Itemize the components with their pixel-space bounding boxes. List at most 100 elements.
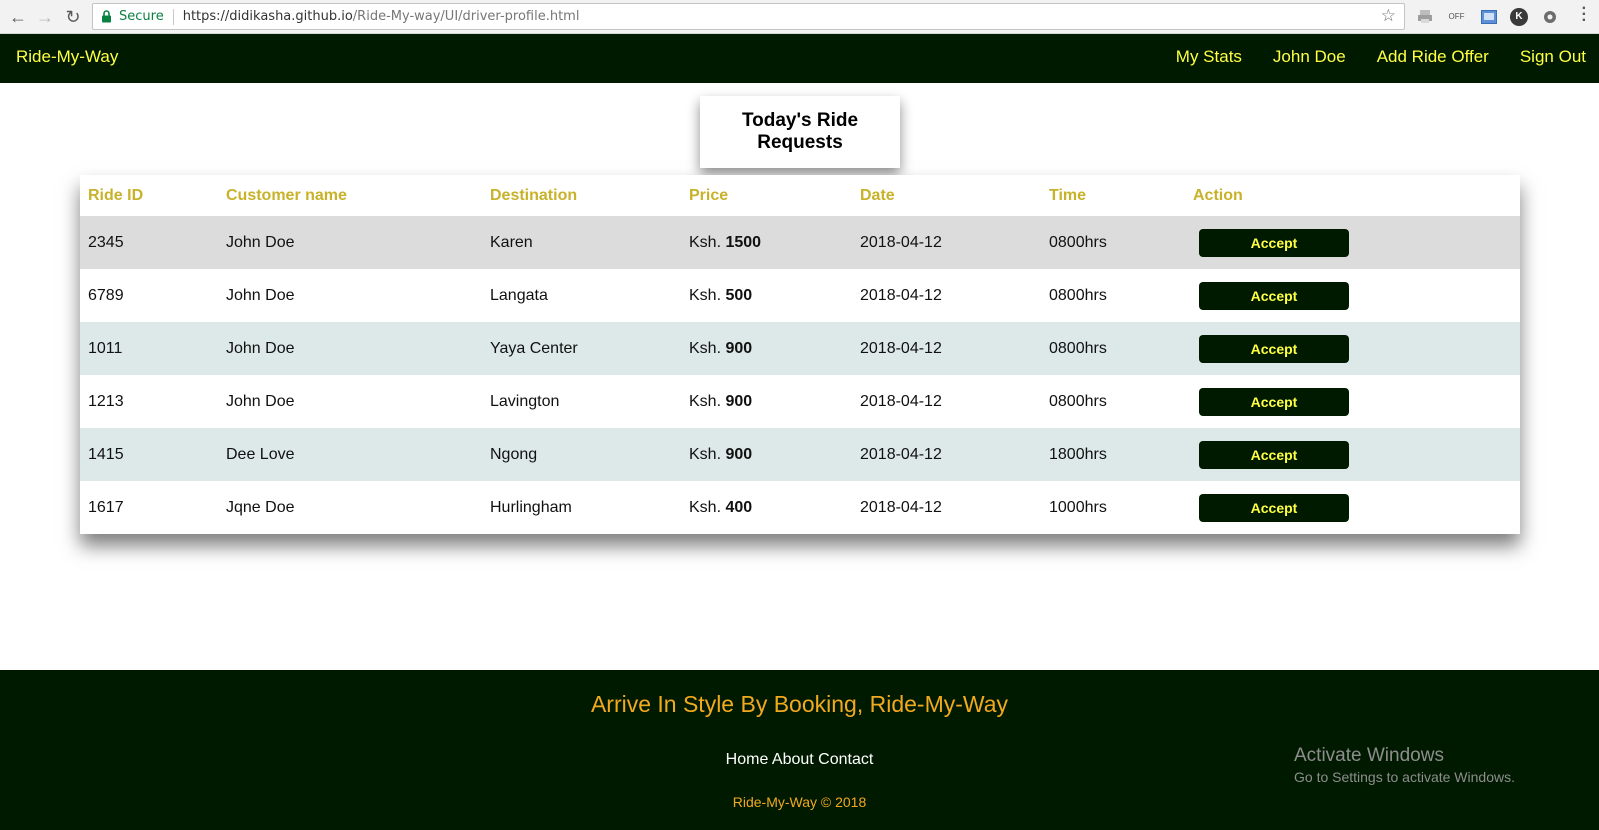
back-arrow-icon[interactable]: ← — [6, 5, 30, 29]
destination-cell: Yaya Center — [482, 322, 681, 375]
destination-cell: Lavington — [482, 375, 681, 428]
destination-cell: Ngong — [482, 428, 681, 481]
customer-cell: John Doe — [218, 269, 482, 322]
ride-requests-table: Ride ID Customer name Destination Price … — [80, 175, 1520, 534]
forward-arrow-icon[interactable]: → — [33, 5, 57, 29]
action-cell: Accept — [1185, 322, 1520, 375]
table-row: 1415 Dee Love Ngong Ksh. 900 2018-04-12 … — [80, 428, 1520, 481]
header-price: Price — [689, 186, 729, 204]
header-ride-id: Ride ID — [88, 186, 144, 204]
price-currency: Ksh. — [689, 286, 722, 304]
customer-cell: Jqne Doe — [218, 481, 482, 534]
accept-button[interactable]: Accept — [1199, 334, 1349, 363]
k-icon[interactable]: K — [1510, 7, 1528, 26]
table-row: 2345 John Doe Karen Ksh. 1500 2018-04-12… — [80, 216, 1520, 269]
price-currency: Ksh. — [689, 498, 722, 516]
customer-cell: Dee Love — [218, 428, 482, 481]
browser-menu-icon[interactable]: · · · — [1582, 1, 1587, 29]
time-cell: 0800hrs — [1041, 216, 1185, 269]
price-cell: Ksh. 900 — [681, 375, 852, 428]
accept-button[interactable]: Accept — [1199, 493, 1349, 522]
price-amount: 400 — [725, 498, 753, 516]
activate-windows-watermark: Activate Windows Go to Settings to activ… — [1294, 745, 1515, 785]
table-row: 6789 John Doe Langata Ksh. 500 2018-04-1… — [80, 269, 1520, 322]
omnibox-divider — [172, 8, 174, 25]
screenshot-icon[interactable] — [1478, 7, 1499, 26]
price-cell: Ksh. 900 — [681, 428, 852, 481]
customer-cell: John Doe — [218, 216, 482, 269]
date-cell: 2018-04-12 — [852, 216, 1041, 269]
time-cell: 0800hrs — [1041, 269, 1185, 322]
nav-links: My Stats John Doe Add Ride Offer Sign Ou… — [1176, 47, 1586, 67]
price-amount: 1500 — [725, 233, 762, 251]
action-cell: Accept — [1185, 375, 1520, 428]
time-cell: 0800hrs — [1041, 375, 1185, 428]
date-cell: 2018-04-12 — [852, 269, 1041, 322]
date-cell: 2018-04-12 — [852, 428, 1041, 481]
nav-my-stats[interactable]: My Stats — [1176, 47, 1242, 67]
secure-label: Secure — [119, 9, 164, 24]
price-currency: Ksh. — [689, 392, 722, 410]
customer-cell: John Doe — [218, 375, 482, 428]
nav-sign-out[interactable]: Sign Out — [1520, 47, 1586, 67]
price-amount: 900 — [725, 339, 753, 357]
ride-id-cell: 2345 — [80, 216, 218, 269]
time-cell: 0800hrs — [1041, 322, 1185, 375]
action-cell: Accept — [1185, 481, 1520, 534]
page-title: Today's Ride Requests — [700, 96, 900, 168]
header-date: Date — [860, 186, 895, 204]
price-currency: Ksh. — [689, 445, 722, 463]
action-cell: Accept — [1185, 428, 1520, 481]
destination-cell: Karen — [482, 216, 681, 269]
destination-cell: Hurlingham — [482, 481, 681, 534]
ride-id-cell: 1011 — [80, 322, 218, 375]
price-amount: 900 — [725, 392, 753, 410]
nav-add-ride-offer[interactable]: Add Ride Offer — [1377, 47, 1489, 67]
table-row: 1011 John Doe Yaya Center Ksh. 900 2018-… — [80, 322, 1520, 375]
table-row: 1213 John Doe Lavington Ksh. 900 2018-04… — [80, 375, 1520, 428]
bookmark-star-icon[interactable]: ☆ — [1381, 6, 1396, 26]
brand-link[interactable]: Ride-My-Way — [16, 47, 118, 67]
address-bar[interactable]: Secure https://didikasha.github.io/Ride-… — [92, 3, 1405, 30]
date-cell: 2018-04-12 — [852, 481, 1041, 534]
printer-icon[interactable] — [1414, 7, 1435, 26]
accept-button[interactable]: Accept — [1199, 440, 1349, 469]
site-navbar: Ride-My-Way My Stats John Doe Add Ride O… — [0, 34, 1599, 83]
price-cell: Ksh. 500 — [681, 269, 852, 322]
price-cell: Ksh. 1500 — [681, 216, 852, 269]
site-footer: Arrive In Style By Booking, Ride-My-Way … — [0, 670, 1599, 830]
url-host: https://didikasha.github.io — [182, 9, 353, 24]
header-time: Time — [1049, 186, 1087, 204]
nav-profile[interactable]: John Doe — [1273, 47, 1346, 67]
ride-id-cell: 6789 — [80, 269, 218, 322]
time-cell: 1800hrs — [1041, 428, 1185, 481]
customer-cell: John Doe — [218, 322, 482, 375]
accept-button[interactable]: Accept — [1199, 387, 1349, 416]
ride-id-cell: 1213 — [80, 375, 218, 428]
price-cell: Ksh. 900 — [681, 322, 852, 375]
action-cell: Accept — [1185, 216, 1520, 269]
watermark-title: Activate Windows — [1294, 745, 1444, 766]
off-icon[interactable]: OFF — [1446, 7, 1467, 26]
url-path: /Ride-My-way/UI/driver-profile.html — [352, 9, 580, 24]
date-cell: 2018-04-12 — [852, 322, 1041, 375]
settings-icon[interactable] — [1539, 7, 1560, 26]
header-action: Action — [1193, 186, 1243, 204]
destination-cell: Langata — [482, 269, 681, 322]
watermark-subtitle: Go to Settings to activate Windows. — [1294, 769, 1515, 785]
price-currency: Ksh. — [689, 339, 722, 357]
date-cell: 2018-04-12 — [852, 375, 1041, 428]
footer-tagline: Arrive In Style By Booking, Ride-My-Way — [590, 691, 1009, 717]
header-customer-name: Customer name — [226, 186, 347, 204]
table-header-row: Ride ID Customer name Destination Price … — [80, 175, 1520, 216]
price-amount: 500 — [725, 286, 753, 304]
lock-icon — [101, 10, 113, 23]
time-cell: 1000hrs — [1041, 481, 1185, 534]
accept-button[interactable]: Accept — [1199, 281, 1349, 310]
price-cell: Ksh. 400 — [681, 481, 852, 534]
reload-icon[interactable]: ↻ — [61, 5, 85, 29]
ride-id-cell: 1415 — [80, 428, 218, 481]
price-amount: 900 — [725, 445, 753, 463]
accept-button[interactable]: Accept — [1199, 228, 1349, 257]
footer-copyright: Ride-My-Way © 2018 — [732, 794, 867, 810]
